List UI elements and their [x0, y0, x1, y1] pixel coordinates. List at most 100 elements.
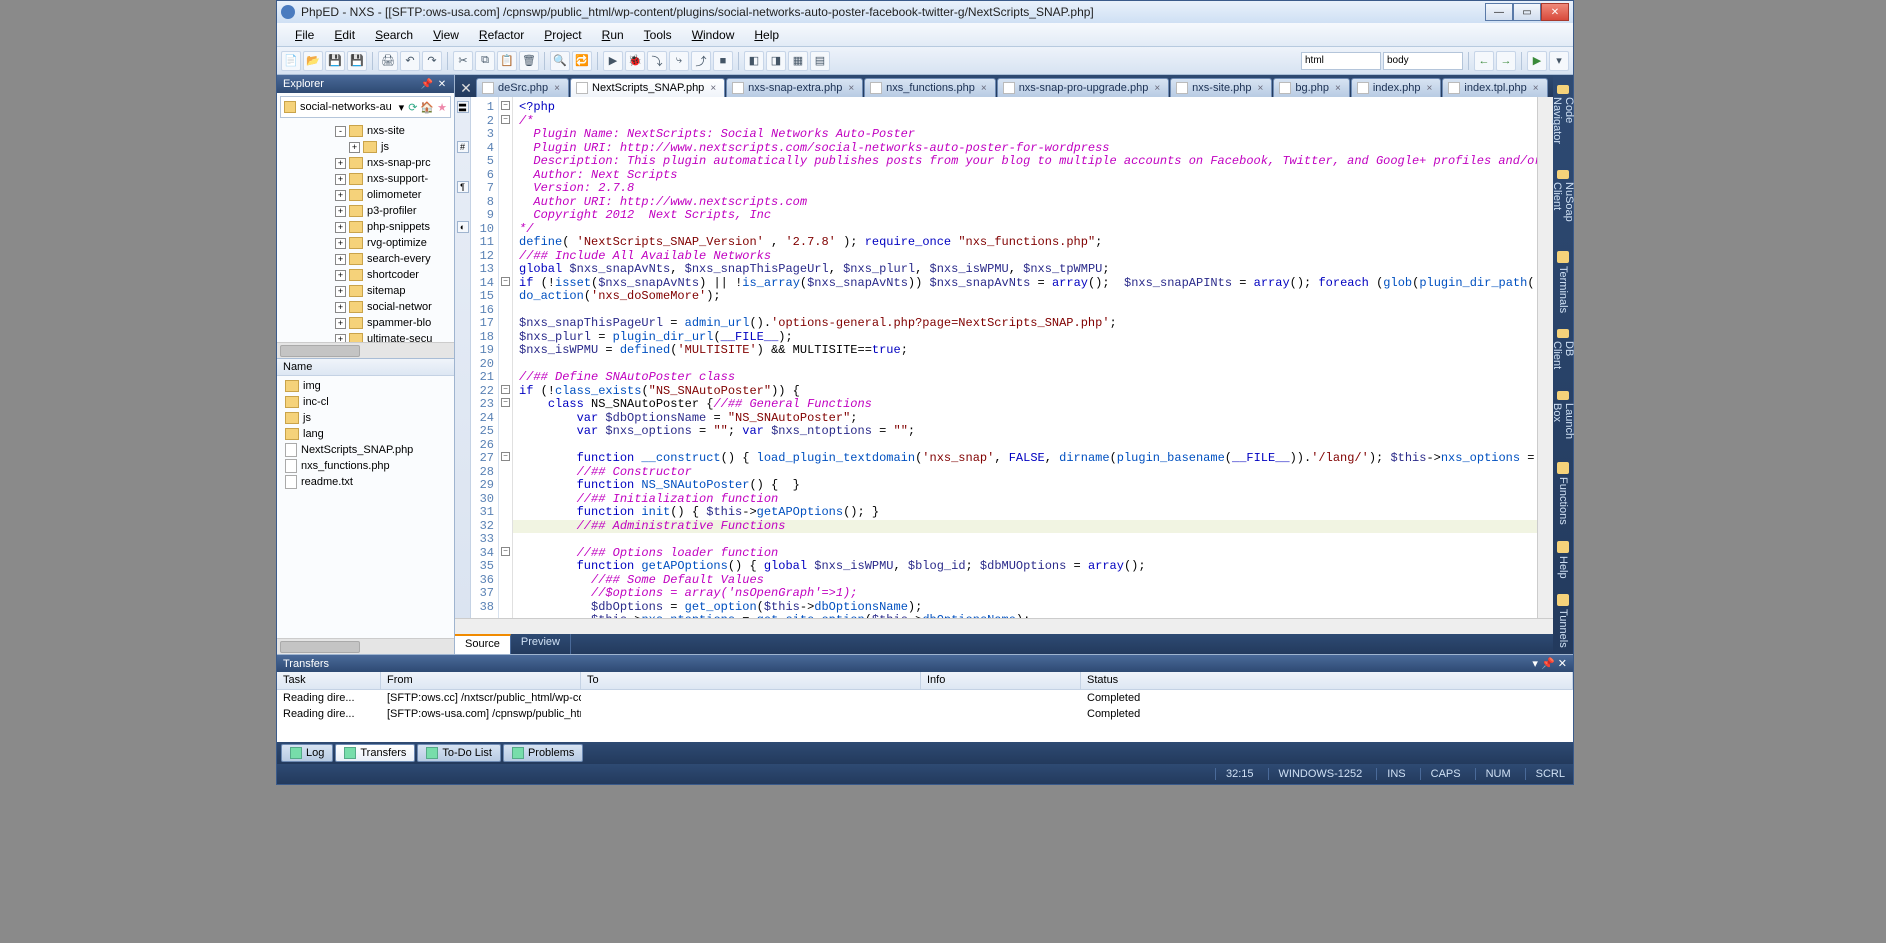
right-tab-nusoap-client[interactable]: NuSoap Client — [1549, 164, 1577, 241]
tool-4-icon[interactable]: ▤ — [810, 51, 830, 71]
col-info[interactable]: Info — [921, 672, 1081, 689]
expand-icon[interactable]: + — [335, 334, 346, 343]
right-tab-code-navigator[interactable]: Code Navigator — [1549, 79, 1577, 160]
file-item[interactable]: NextScripts_SNAP.php — [281, 442, 450, 458]
close-tab-icon[interactable]: × — [1533, 83, 1539, 94]
replace-icon[interactable]: 🔁 — [572, 51, 592, 71]
tree-item[interactable]: +js — [279, 139, 452, 155]
copy-icon[interactable]: ⧉ — [475, 51, 495, 71]
refresh-icon[interactable]: ⟳ — [408, 101, 417, 114]
file-item[interactable]: lang — [281, 426, 450, 442]
gutter-icon-4[interactable]: ◐ — [457, 221, 469, 233]
expand-icon[interactable]: + — [335, 286, 346, 297]
fold-gutter[interactable]: −−−−−−− — [499, 97, 513, 618]
editor-tab[interactable]: index.php× — [1351, 78, 1442, 97]
right-tab-db-client[interactable]: DB Client — [1549, 323, 1577, 381]
paste-icon[interactable]: 📋 — [497, 51, 517, 71]
tree-item[interactable]: +nxs-snap-prc — [279, 155, 452, 171]
explorer-combo[interactable]: social-networks-au ▾ ⟳ 🏠 ★ — [280, 96, 451, 118]
editor-tab[interactable]: nxs-site.php× — [1170, 78, 1272, 97]
fold-marker[interactable]: − — [501, 101, 510, 110]
expand-icon[interactable]: + — [335, 270, 346, 281]
nav-fwd-icon[interactable]: → — [1496, 51, 1516, 71]
tree-item[interactable]: -nxs-site — [279, 123, 452, 139]
right-tab-functions[interactable]: Functions — [1555, 456, 1571, 531]
new-file-icon[interactable]: 📄 — [281, 51, 301, 71]
expand-icon[interactable]: - — [335, 126, 346, 137]
transfer-row[interactable]: Reading dire...[SFTP:ows.cc] /nxtscr/pub… — [277, 690, 1573, 706]
undo-icon[interactable]: ↶ — [400, 51, 420, 71]
fold-marker[interactable]: − — [501, 277, 510, 286]
tool-3-icon[interactable]: ▦ — [788, 51, 808, 71]
menu-help[interactable]: Help — [746, 26, 787, 44]
menu-view[interactable]: View — [425, 26, 467, 44]
menu-dropdown-icon[interactable]: ▾ — [1549, 51, 1569, 71]
right-tab-tunnels[interactable]: Tunnels — [1555, 588, 1571, 654]
pin-icon[interactable]: 📌 — [1541, 658, 1555, 670]
step-into-icon[interactable]: ⤷ — [669, 51, 689, 71]
folder-tree[interactable]: -nxs-site+js+nxs-snap-prc+nxs-support-+o… — [277, 121, 454, 342]
breadcrumb-html[interactable]: html — [1301, 52, 1381, 70]
expand-icon[interactable]: + — [335, 174, 346, 185]
col-to[interactable]: To — [581, 672, 921, 689]
save-all-icon[interactable]: 💾 — [347, 51, 367, 71]
close-tab-icon[interactable]: × — [1257, 83, 1263, 94]
file-item[interactable]: img — [281, 378, 450, 394]
code-area[interactable]: 1234567891011121314151617181920212223242… — [471, 97, 1537, 618]
tree-item[interactable]: +sitemap — [279, 283, 452, 299]
tree-item[interactable]: +nxs-support- — [279, 171, 452, 187]
menu-edit[interactable]: Edit — [326, 26, 363, 44]
maximize-button[interactable]: ▭ — [1513, 3, 1541, 21]
col-task[interactable]: Task — [277, 672, 381, 689]
dropdown-icon[interactable]: ▾ — [1532, 658, 1538, 670]
file-item[interactable]: js — [281, 410, 450, 426]
gutter-icon-3[interactable]: ¶ — [457, 181, 469, 193]
pin-icon[interactable]: 📌 — [421, 78, 433, 90]
star-icon[interactable]: ★ — [437, 101, 447, 114]
right-tab-help[interactable]: Help — [1555, 535, 1571, 585]
col-status[interactable]: Status — [1081, 672, 1573, 689]
close-tab-icon[interactable]: × — [981, 83, 987, 94]
fold-marker[interactable]: − — [501, 398, 510, 407]
editor-tab[interactable]: NextScripts_SNAP.php× — [570, 78, 725, 97]
fold-marker[interactable]: − — [501, 115, 510, 124]
tool-1-icon[interactable]: ◧ — [744, 51, 764, 71]
save-icon[interactable]: 💾 — [325, 51, 345, 71]
bottom-tab-log[interactable]: Log — [281, 744, 333, 762]
editor-hscroll[interactable] — [455, 618, 1553, 634]
tree-item[interactable]: +php-snippets — [279, 219, 452, 235]
files-hscroll[interactable] — [277, 638, 454, 654]
file-item[interactable]: nxs_functions.php — [281, 458, 450, 474]
tree-item[interactable]: +ultimate-secu — [279, 331, 452, 342]
breadcrumb-body[interactable]: body — [1383, 52, 1463, 70]
tree-item[interactable]: +social-networ — [279, 299, 452, 315]
print-icon[interactable]: 🖨 — [378, 51, 398, 71]
file-item[interactable]: inc-cl — [281, 394, 450, 410]
debug-icon[interactable]: 🐞 — [625, 51, 645, 71]
menu-tools[interactable]: Tools — [636, 26, 680, 44]
close-tab-icon[interactable]: × — [848, 83, 854, 94]
close-panel-icon[interactable]: ✕ — [436, 78, 448, 90]
expand-icon[interactable]: + — [349, 142, 360, 153]
nav-back-icon[interactable]: ← — [1474, 51, 1494, 71]
tree-item[interactable]: +search-every — [279, 251, 452, 267]
expand-icon[interactable]: + — [335, 318, 346, 329]
expand-icon[interactable]: + — [335, 190, 346, 201]
close-tab-icon[interactable]: × — [554, 83, 560, 94]
editor-tab[interactable]: nxs-snap-pro-upgrade.php× — [997, 78, 1169, 97]
close-tab-icon[interactable]: × — [1335, 83, 1341, 94]
expand-icon[interactable]: + — [335, 302, 346, 313]
close-tab-icon[interactable]: × — [1427, 83, 1433, 94]
menu-window[interactable]: Window — [684, 26, 743, 44]
bottom-tab-transfers[interactable]: Transfers — [335, 744, 415, 762]
transfer-row[interactable]: Reading dire...[SFTP:ows-usa.com] /cpnsw… — [277, 706, 1573, 722]
close-all-tabs-icon[interactable]: ✕ — [457, 79, 475, 97]
tree-item[interactable]: +p3-profiler — [279, 203, 452, 219]
file-item[interactable]: readme.txt — [281, 474, 450, 490]
editor-tab[interactable]: nxs-snap-extra.php× — [726, 78, 863, 97]
play-icon[interactable]: ▶ — [1527, 51, 1547, 71]
editor-tab[interactable]: deSrc.php× — [476, 78, 569, 97]
tool-2-icon[interactable]: ◨ — [766, 51, 786, 71]
expand-icon[interactable]: + — [335, 206, 346, 217]
bottom-tab-to-do-list[interactable]: To-Do List — [417, 744, 501, 762]
